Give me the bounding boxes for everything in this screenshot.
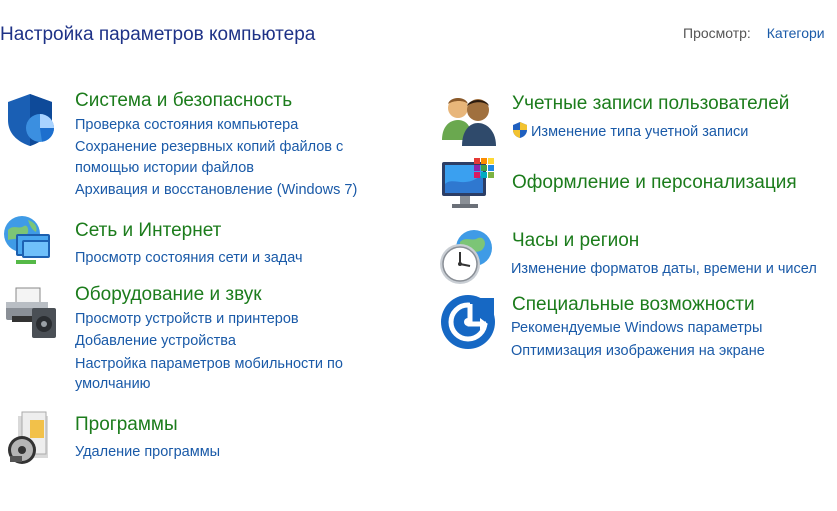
ease-of-access-icon[interactable] bbox=[440, 294, 498, 352]
monitor-palette-icon[interactable] bbox=[440, 156, 498, 214]
link-file-history-backup[interactable]: Сохранение резервных копий файлов с bbox=[75, 137, 343, 157]
link-backup-restore-win7[interactable]: Архивация и восстановление (Windows 7) bbox=[75, 180, 357, 200]
clock-globe-icon[interactable] bbox=[438, 228, 496, 286]
link-change-account-type[interactable]: Изменение типа учетной записи bbox=[531, 122, 748, 142]
link-uninstall-program[interactable]: Удаление программы bbox=[75, 442, 220, 462]
link-file-history-backup-cont[interactable]: помощью истории файлов bbox=[75, 158, 254, 178]
page-title: Настройка параметров компьютера bbox=[0, 24, 316, 45]
category-appearance-title[interactable]: Оформление и персонализация bbox=[512, 172, 797, 194]
category-user-accounts-title[interactable]: Учетные записи пользователей bbox=[512, 93, 789, 115]
category-hardware-sound-title[interactable]: Оборудование и звук bbox=[75, 284, 262, 306]
view-selector: Просмотр: Категори bbox=[683, 25, 825, 41]
uac-shield-icon bbox=[513, 122, 527, 138]
globe-network-icon[interactable] bbox=[0, 212, 58, 270]
link-view-devices-printers[interactable]: Просмотр устройств и принтеров bbox=[75, 309, 299, 329]
view-label: Просмотр: bbox=[683, 25, 751, 41]
category-network-internet-title[interactable]: Сеть и Интернет bbox=[75, 220, 221, 242]
link-add-device[interactable]: Добавление устройства bbox=[75, 331, 236, 351]
control-panel-page: Настройка параметров компьютера Просмотр… bbox=[0, 0, 837, 511]
category-clock-region-title[interactable]: Часы и регион bbox=[512, 230, 639, 252]
link-recommended-settings[interactable]: Рекомендуемые Windows параметры bbox=[511, 318, 762, 338]
category-programs-title[interactable]: Программы bbox=[75, 414, 178, 436]
link-network-status[interactable]: Просмотр состояния сети и задач bbox=[75, 248, 303, 268]
link-check-computer-status[interactable]: Проверка состояния компьютера bbox=[75, 115, 298, 135]
link-mobility-settings-cont[interactable]: умолчанию bbox=[75, 374, 151, 394]
category-ease-of-access-title[interactable]: Специальные возможности bbox=[512, 294, 755, 316]
link-change-date-formats[interactable]: Изменение форматов даты, времени и чисел bbox=[511, 259, 817, 279]
link-mobility-settings[interactable]: Настройка параметров мобильности по bbox=[75, 354, 343, 374]
programs-box-icon[interactable] bbox=[4, 410, 62, 468]
users-icon[interactable] bbox=[440, 90, 498, 148]
view-category-dropdown[interactable]: Категори bbox=[767, 25, 825, 41]
printer-icon[interactable] bbox=[2, 284, 60, 342]
category-system-security-title[interactable]: Система и безопасность bbox=[75, 90, 292, 112]
link-optimize-display[interactable]: Оптимизация изображения на экране bbox=[511, 341, 765, 361]
shield-icon[interactable] bbox=[2, 90, 60, 148]
